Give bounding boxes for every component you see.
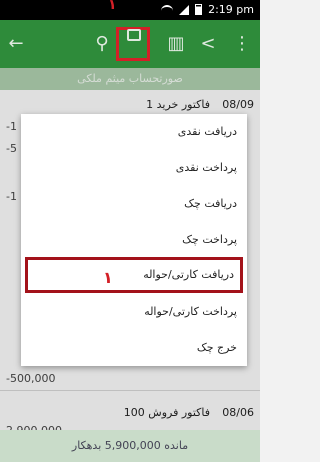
highlight-marker: ۱ [103, 268, 113, 287]
menu-item-cash-payment[interactable]: پرداخت نقدی [21, 150, 247, 186]
toolbar-marker: ۱ [108, 0, 117, 13]
menu-item-label: دریافت کارتی/حواله [143, 268, 234, 281]
back-icon[interactable]: ← [4, 32, 28, 56]
status-bar: 2:19 pm [0, 0, 260, 20]
signal-icon [179, 4, 189, 15]
menu-item-check-spend[interactable]: خرج چک [21, 330, 247, 366]
more-vert-icon[interactable]: ⋮ [230, 32, 254, 56]
share-icon[interactable]: < [196, 32, 220, 56]
status-icons [161, 4, 202, 15]
menu-item-check-payment[interactable]: پرداخت چک [21, 222, 247, 258]
wifi-icon [161, 4, 173, 15]
balance-footer: مانده 5,900,000 بدهکار [0, 430, 260, 462]
menu-item-card-receipt[interactable]: دریافت کارتی/حواله ۱ [25, 257, 243, 293]
menu-item-check-receipt[interactable]: دریافت چک [21, 186, 247, 222]
menu-item-card-payment[interactable]: پرداخت کارتی/حواله [21, 294, 247, 330]
popup-menu: دریافت نقدی پرداخت نقدی دریافت چک پرداخت… [21, 114, 247, 366]
wallet-glyph [127, 29, 141, 41]
app-bar: ← ⚲ ▥ < ⋮ [0, 20, 260, 68]
basket-icon[interactable]: ▥ [164, 32, 188, 56]
status-time: 2:19 pm [208, 3, 254, 16]
menu-item-cash-receipt[interactable]: دریافت نقدی [21, 114, 247, 150]
search-icon[interactable]: ⚲ [90, 32, 114, 56]
battery-icon [195, 4, 202, 15]
